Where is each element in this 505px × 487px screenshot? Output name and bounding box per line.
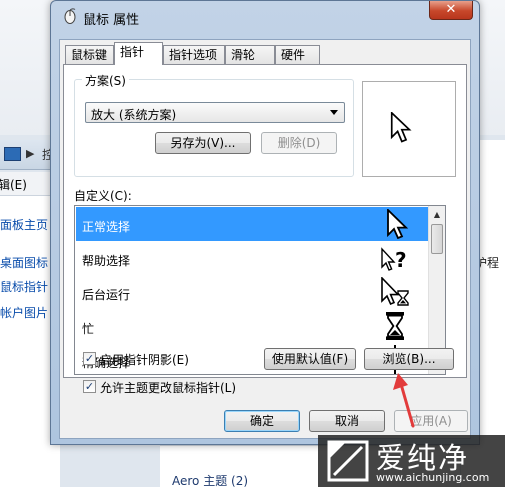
dialog-title: 鼠标 属性	[83, 13, 140, 28]
tab-pointers[interactable]: 指针	[114, 42, 163, 65]
svg-text:?: ?	[395, 248, 407, 272]
list-item-busy[interactable]: 忙	[76, 309, 428, 343]
sidebar-link-mouse-pointers[interactable]: 更改鼠标指针	[0, 278, 48, 295]
tab-buttons[interactable]: 鼠标键	[65, 45, 114, 64]
computer-icon	[4, 147, 21, 161]
arrow-cursor-icon	[387, 209, 409, 239]
checkmark-icon: ✓	[84, 380, 95, 393]
tab-pointer-options[interactable]: 指针选项	[163, 45, 225, 64]
busy-cursor-icon	[386, 312, 404, 340]
tab-hardware[interactable]: 硬件	[275, 45, 320, 64]
close-icon: ✕	[445, 2, 457, 17]
list-item-working-in-background[interactable]: 后台运行	[76, 275, 428, 309]
ok-button[interactable]: 确定	[224, 410, 300, 432]
scroll-up-icon[interactable]: ▲	[429, 206, 445, 223]
aero-theme-heading: Aero 主题 (2)	[172, 474, 249, 487]
allow-theme-label[interactable]: 允许主题更改鼠标指针(L)	[100, 379, 236, 396]
scheme-selected: 放大 (系统方案)	[91, 108, 177, 122]
watermark-url: www.aichunjing.com	[376, 471, 490, 484]
watermark: 爱纯净 www.aichunjing.com	[318, 435, 505, 487]
delete-button[interactable]: 删除(D)	[261, 132, 337, 154]
chevron-down-icon	[330, 110, 338, 115]
help-cursor-icon: ?	[381, 247, 407, 272]
use-default-button[interactable]: 使用默认值(F)	[264, 348, 356, 370]
apply-button[interactable]: 应用(A)	[394, 410, 468, 432]
save-as-button[interactable]: 另存为(V)...	[155, 132, 251, 154]
watermark-logo-icon	[327, 440, 369, 482]
list-item-normal-select[interactable]: 正常选择	[76, 207, 428, 241]
sidebar-link-desktop-icons[interactable]: 更改桌面图标	[0, 254, 48, 271]
pointers-panel: 放大 (系统方案) 另存为(V)... 删除(D) 方案(S) 自定义(C): …	[63, 64, 467, 378]
browse-button[interactable]: 浏览(B)...	[364, 348, 454, 370]
title-bar[interactable]: 鼠标 属性 ✕	[51, 1, 479, 33]
chevron-right-icon: ▶	[26, 147, 35, 160]
scheme-label: 方案(S)	[82, 72, 129, 89]
dialog-client: 鼠标键 指针 指针选项 滑轮 硬件 放大 (系统方案) 另存为(V)... 删除…	[59, 39, 471, 439]
list-item-label: 忙	[82, 322, 95, 336]
checkmark-icon: ✓	[84, 352, 95, 365]
list-item-label: 后台运行	[82, 288, 131, 302]
mouse-properties-dialog: 鼠标 属性 ✕ 鼠标键 指针 指针选项 滑轮 硬件 放大 (系统方案) 另存为(…	[50, 0, 480, 445]
sidebar-link-home[interactable]: 控制面板主页	[0, 216, 48, 233]
preview-arrow-cursor-icon	[390, 112, 412, 143]
enable-shadow-label[interactable]: 启用指针阴影(E)	[100, 351, 189, 368]
list-item-label: 帮助选择	[82, 254, 131, 268]
cursor-preview	[362, 81, 456, 177]
tab-wheel[interactable]: 滑轮	[225, 45, 275, 64]
mouse-icon	[64, 8, 76, 24]
close-button[interactable]: ✕	[429, 1, 473, 20]
working-cursor-icon	[381, 277, 409, 306]
menu-edit[interactable]: 编辑(E)	[0, 176, 27, 193]
sidebar-link-account-picture[interactable]: 更改帐户图片	[0, 304, 48, 321]
scrollbar-thumb[interactable]	[431, 224, 443, 254]
list-item-help-select[interactable]: 帮助选择 ?	[76, 241, 428, 275]
list-item-label: 正常选择	[82, 220, 131, 234]
scheme-groupbox: 放大 (系统方案) 另存为(V)... 删除(D)	[74, 79, 354, 177]
scheme-dropdown[interactable]: 放大 (系统方案)	[85, 102, 345, 123]
allow-theme-checkbox[interactable]: ✓	[83, 380, 96, 393]
customize-label: 自定义(C):	[74, 189, 132, 203]
cancel-button[interactable]: 取消	[309, 410, 385, 432]
enable-shadow-checkbox[interactable]: ✓	[83, 352, 96, 365]
